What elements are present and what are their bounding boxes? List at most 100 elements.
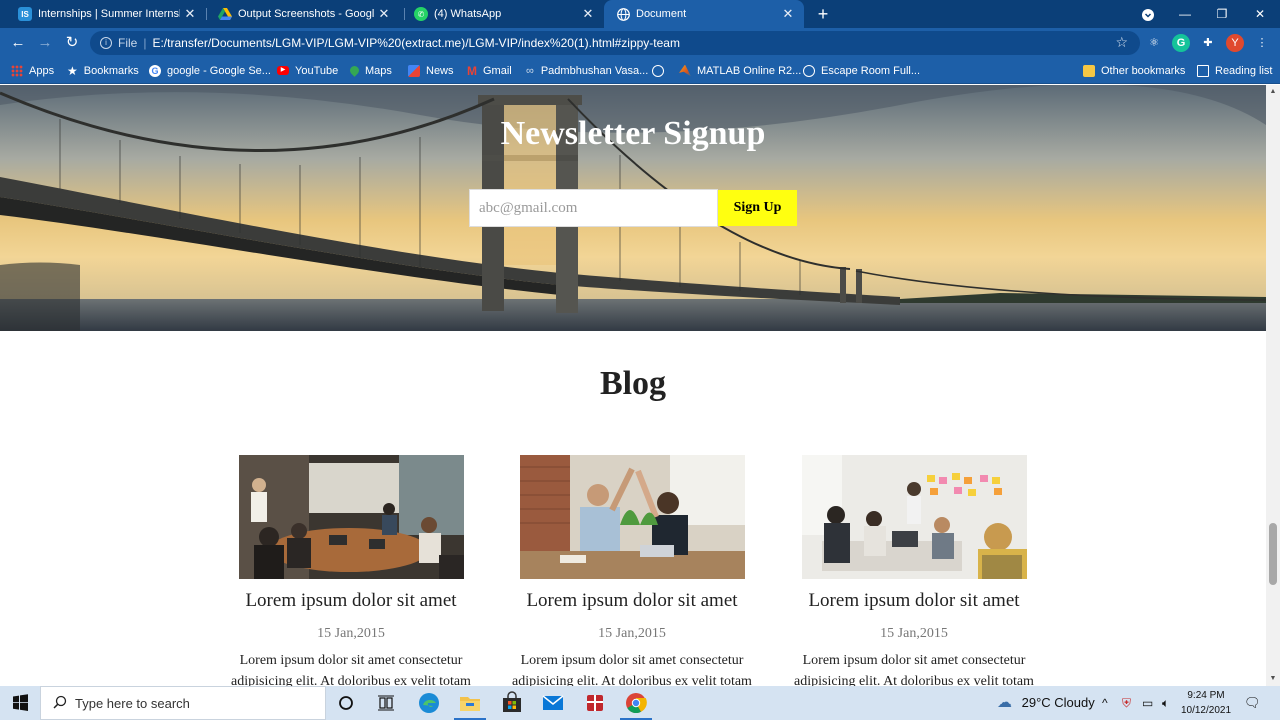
menu-kebab-icon[interactable]: ⋮ [1253,34,1271,52]
blog-post-title[interactable]: Lorem ipsum dolor sit amet [226,590,476,612]
blog-post-date: 15 Jan,2015 [598,626,666,641]
task-view-icon[interactable] [374,691,398,715]
react-devtools-icon[interactable]: ⚛ [1145,34,1163,52]
sticky-notes-meeting-image[interactable] [801,455,1027,579]
info-icon[interactable]: i [100,37,112,49]
close-icon[interactable]: ✕ [778,6,798,22]
divider: | [143,36,147,50]
search-icon [53,695,67,712]
sign-up-button[interactable]: Sign Up [718,190,797,226]
clock-date: 10/12/2021 [1180,705,1232,716]
matlab-icon [679,64,691,77]
close-icon[interactable]: ✕ [180,6,200,22]
antivirus-icon[interactable]: ⛨ [1122,686,1131,720]
windows-taskbar: Type here to search ☁ 29°C Cloudy ^ ⛨ ▭ … [0,686,1280,720]
new-tab-plus-icon[interactable]: + [812,3,834,25]
tab-internships[interactable]: IS Internships | Summer Internship ✕ [0,0,206,28]
forward-arrow-icon[interactable]: → [34,32,56,54]
windows-start-icon[interactable] [0,686,40,720]
chrome-taskbar-icon[interactable] [620,691,652,720]
gift-app-icon[interactable] [583,691,607,715]
tab-whatsapp[interactable]: ✆ (4) WhatsApp ✕ [398,0,604,28]
scroll-up-arrow-icon[interactable]: ▲ [1266,85,1280,99]
tab-strip: IS Internships | Summer Internship ✕ Out… [0,0,1280,28]
page-viewport: Newsletter Signup Sign Up Blog [0,85,1266,686]
blog-card: Lorem ipsum dolor sit amet 15 Jan,2015 L… [789,455,1039,686]
browser-toolbar: ← → ↻ i File | E:/transfer/Documents/LGM… [0,28,1280,58]
clock-time: 9:24 PM [1187,690,1225,701]
blog-post-excerpt: Lorem ipsum dolor sit amet consectetur a… [231,653,471,686]
blog-post-title[interactable]: Lorem ipsum dolor sit amet [789,590,1039,612]
blog-post-title[interactable]: Lorem ipsum dolor sit amet [507,590,757,612]
bookmark-bookmarks[interactable]: ★ Bookmarks [67,58,139,83]
show-hidden-icons-chevron-icon[interactable]: ^ [1102,686,1108,720]
globe-icon [616,7,630,21]
scroll-down-arrow-icon[interactable]: ▼ [1266,672,1280,686]
gmail-icon: M [467,63,477,78]
close-window-icon[interactable]: ✕ [1241,0,1279,28]
reading-list-icon [1197,64,1209,77]
blog-title: Blog [599,365,667,402]
tab-google-drive[interactable]: Output Screenshots - Google Dr ✕ [200,0,400,28]
whatsapp-icon: ✆ [414,7,428,21]
email-input[interactable] [469,189,718,227]
folder-icon [1083,64,1095,77]
newsletter-section: Newsletter Signup Sign Up [0,85,1266,331]
reload-icon[interactable]: ↻ [61,32,83,54]
minimize-icon[interactable]: — [1166,0,1204,28]
close-icon[interactable]: ✕ [578,6,598,22]
bookmark-star-icon[interactable]: ☆ [1115,34,1128,51]
battery-icon[interactable]: ▭ [1142,686,1153,720]
link-icon: ∞ [526,64,534,77]
newsletter-form: Sign Up [469,189,797,227]
bookmark-news[interactable]: News [408,58,454,83]
scrollbar-thumb[interactable] [1269,523,1277,585]
weather-widget[interactable]: ☁ 29°C Cloudy [997,686,1095,720]
cortana-icon[interactable] [334,691,358,715]
volume-icon[interactable]: 🔈︎ [1162,686,1169,720]
bookmark-escape-room[interactable]: Escape Room Full... [803,58,920,83]
profile-avatar[interactable]: Y [1226,34,1244,52]
bookmarks-bar: Apps ★ Bookmarks G google - Google Se...… [0,58,1280,84]
address-bar[interactable]: i File | E:/transfer/Documents/LGM-VIP/L… [90,31,1140,55]
blog-post-excerpt: Lorem ipsum dolor sit amet consectetur a… [794,653,1034,686]
bookmark-gmail[interactable]: M Gmail [467,58,512,83]
mail-icon[interactable] [541,691,565,715]
extensions-puzzle-icon[interactable]: ✚ [1199,34,1217,52]
bookmark-globe[interactable] [652,58,664,83]
grammarly-icon[interactable]: G [1172,34,1190,52]
page-scrollbar[interactable]: ▲ ▼ [1266,85,1280,686]
cloudy-weather-icon: ☁ [997,694,1012,711]
blog-card: Lorem ipsum dolor sit amet 15 Jan,2015 L… [507,455,757,686]
back-arrow-icon[interactable]: ← [7,32,29,54]
high-five-image[interactable] [519,455,745,579]
bookmark-matlab[interactable]: MATLAB Online R2... [679,58,801,83]
taskbar-search-input[interactable]: Type here to search [40,686,326,720]
close-icon[interactable]: ✕ [374,6,394,22]
bookmark-apps[interactable]: Apps [11,58,54,83]
microsoft-store-icon[interactable] [500,691,524,715]
star-icon: ★ [67,63,78,78]
bookmark-maps[interactable]: Maps [348,58,392,83]
blog-post-date: 15 Jan,2015 [880,626,948,641]
meeting-room-image[interactable] [238,455,464,579]
newsletter-title: Newsletter Signup [500,115,766,152]
blog-post-date: 15 Jan,2015 [317,626,385,641]
scheme-label: File [118,36,138,50]
system-clock[interactable]: 9:24 PM 10/12/2021 [1176,688,1236,718]
internshala-icon: IS [18,7,32,21]
bookmark-padmbhushan[interactable]: ∞ Padmbhushan Vasa... [526,58,648,83]
url-text[interactable]: E:/transfer/Documents/LGM-VIP/LGM-VIP%20… [152,36,680,50]
bookmark-youtube[interactable]: ▶ YouTube [277,58,338,83]
blog-post-excerpt: Lorem ipsum dolor sit amet consectetur a… [512,653,752,686]
notifications-icon[interactable]: 🗨︎ [1244,686,1261,720]
bookmark-google[interactable]: G google - Google Se... [149,58,271,83]
edge-browser-icon[interactable] [417,691,441,715]
tab-document[interactable]: Document ✕ [604,0,804,28]
file-explorer-icon[interactable] [454,691,486,720]
reading-list[interactable]: Reading list [1197,58,1272,83]
bookmark-other[interactable]: Other bookmarks [1083,58,1185,83]
tab-search-icon[interactable] [1129,0,1167,28]
maximize-icon[interactable]: ❐ [1203,0,1241,28]
news-icon [408,64,420,77]
